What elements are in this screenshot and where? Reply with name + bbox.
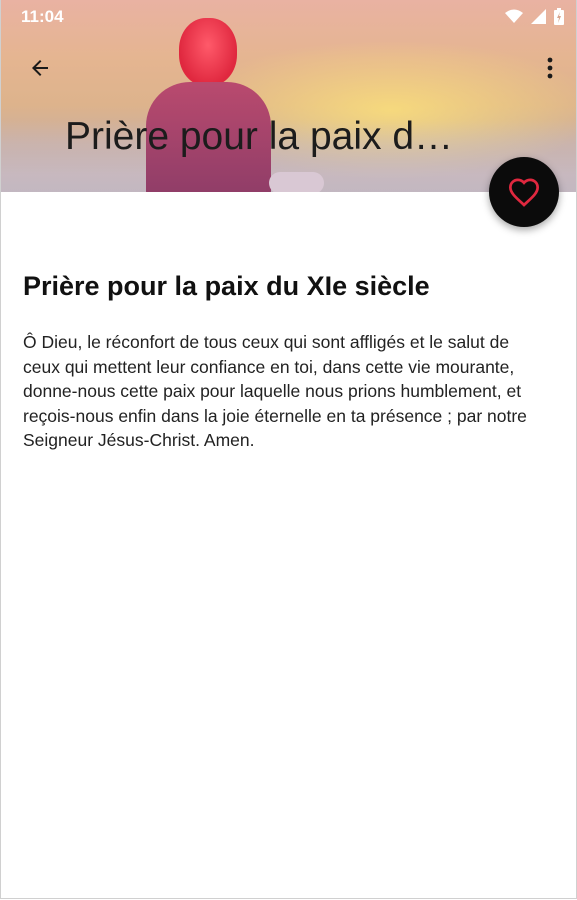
battery-icon [554,7,564,25]
wifi-icon [505,9,523,23]
overflow-menu-button[interactable] [535,52,565,84]
person-arm [269,172,324,192]
prayer-title: Prière pour la paix du XIe siècle [23,271,430,301]
prayer-body: Ô Dieu, le réconfort de tous ceux qui so… [23,332,527,450]
app-screen: 11:04 Prière pour la paix d… Prière pour… [0,0,577,899]
back-button[interactable] [23,52,57,84]
prayer-content: Prière pour la paix du XIe siècle Ô Dieu… [23,262,543,453]
toolbar-title: Prière pour la paix d… [65,115,454,158]
status-time: 11:04 [21,7,64,26]
arrow-left-icon [32,60,48,76]
more-vert-icon [547,57,553,79]
status-bar: 11:04 [1,0,576,32]
signal-icon [531,8,546,24]
heart-outline-icon [508,178,540,207]
status-icons [505,7,564,25]
favorite-button[interactable] [489,157,559,227]
